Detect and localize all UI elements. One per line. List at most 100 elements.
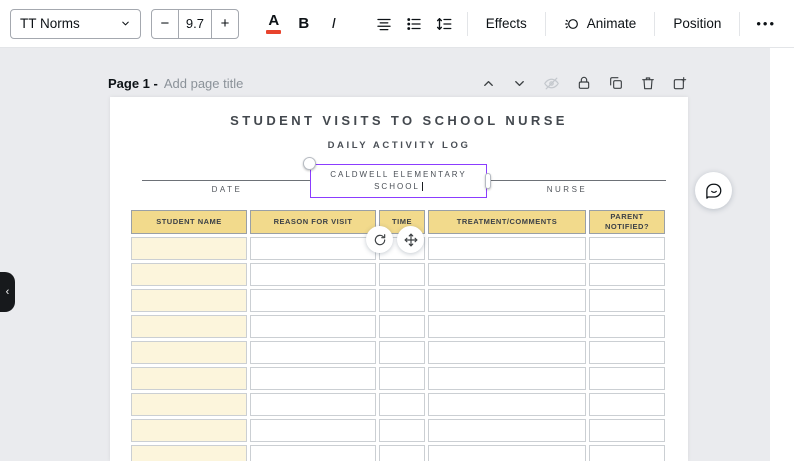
spacing-button[interactable] [429,8,459,40]
selection-corner-handle[interactable] [303,157,316,170]
position-button[interactable]: Position [663,8,731,40]
font-family-select[interactable]: TT Norms [10,9,141,39]
rotate-icon [373,233,387,247]
italic-button[interactable]: I [319,8,349,40]
rotate-button[interactable] [366,226,393,253]
lock-page-button[interactable] [576,75,592,91]
toolbar-divider [739,12,740,36]
table-cell[interactable] [250,445,376,461]
table-cell[interactable] [589,263,665,286]
toolbar: TT Norms − 9.7 + A B I Effects [0,0,794,48]
doc-subtitle[interactable]: DAILY ACTIVITY LOG [110,140,688,151]
table-cell[interactable] [131,237,247,260]
table-cell[interactable] [589,341,665,364]
page-header-row: Page 1 - Add page title [108,73,688,93]
col-header-parent-notified[interactable]: PARENT NOTIFIED? [589,210,665,234]
table-cell[interactable] [131,289,247,312]
table-cell[interactable] [250,341,376,364]
table-cell[interactable] [250,419,376,442]
animate-icon [564,16,580,32]
animate-button[interactable]: Animate [554,8,647,40]
duplicate-page-button[interactable] [608,75,624,91]
bold-glyph: B [298,15,309,32]
bulleted-list-button[interactable] [399,8,429,40]
table-cell[interactable] [589,367,665,390]
table-cell[interactable] [589,289,665,312]
table-row [131,419,665,442]
table-cell[interactable] [131,263,247,286]
table-cell[interactable] [131,367,247,390]
table-cell[interactable] [131,393,247,416]
bulleted-list-icon [405,15,423,33]
table-cell[interactable] [589,419,665,442]
alignment-button[interactable] [369,8,399,40]
table-cell[interactable] [428,419,586,442]
table-cell[interactable] [131,445,247,461]
sidebar-collapse-tab[interactable]: ‹ [0,272,15,312]
table-cell[interactable] [379,289,425,312]
table-header-row: STUDENT NAME REASON FOR VISIT TIME TREAT… [131,210,665,234]
table-cell[interactable] [131,419,247,442]
table-cell[interactable] [250,263,376,286]
table-cell[interactable] [428,341,586,364]
table-cell[interactable] [250,289,376,312]
comment-icon [705,182,723,200]
textbox-line1: CALDWELL ELEMENTARY [330,169,467,181]
table-cell[interactable] [589,445,665,461]
col-header-reason[interactable]: REASON FOR VISIT [250,210,376,234]
table-cell[interactable] [428,315,586,338]
hide-page-button[interactable] [543,75,560,92]
bold-button[interactable]: B [289,8,319,40]
delete-page-button[interactable] [640,75,656,91]
nurse-table-body [131,237,665,461]
col-header-treatment[interactable]: TREATMENT/COMMENTS [428,210,586,234]
table-row [131,263,665,286]
table-cell[interactable] [250,393,376,416]
page-up-button[interactable] [481,76,496,91]
page-title-placeholder[interactable]: Add page title [164,76,244,91]
table-cell[interactable] [428,367,586,390]
table-cell[interactable] [428,263,586,286]
text-color-button[interactable]: A [259,8,289,40]
table-cell[interactable] [250,367,376,390]
table-cell[interactable] [428,445,586,461]
effects-button[interactable]: Effects [476,8,537,40]
add-page-button[interactable] [672,75,688,91]
table-cell[interactable] [250,237,376,260]
table-cell[interactable] [379,315,425,338]
selected-textbox[interactable]: CALDWELL ELEMENTARY SCHOOL [310,164,487,198]
page-down-button[interactable] [512,76,527,91]
table-cell[interactable] [589,237,665,260]
date-label[interactable]: DATE [182,185,272,194]
table-cell[interactable] [589,393,665,416]
scrollbar-track[interactable] [770,48,794,461]
col-header-student-name[interactable]: STUDENT NAME [131,210,247,234]
doc-title[interactable]: STUDENT VISITS TO SCHOOL NURSE [110,113,688,128]
nurse-label[interactable]: NURSE [522,185,612,194]
move-button[interactable] [397,226,424,253]
table-cell[interactable] [250,315,376,338]
table-cell[interactable] [379,341,425,364]
design-page[interactable]: STUDENT VISITS TO SCHOOL NURSE DAILY ACT… [110,97,688,461]
table-cell[interactable] [428,237,586,260]
chevron-left-icon: ‹ [6,286,10,298]
selection-side-handle[interactable] [485,173,491,189]
font-size-decrease-button[interactable]: − [152,10,177,38]
table-cell[interactable] [131,315,247,338]
table-cell[interactable] [379,445,425,461]
table-cell[interactable] [379,419,425,442]
font-size-value[interactable]: 9.7 [178,10,213,38]
toolbar-divider [545,12,546,36]
table-cell[interactable] [379,393,425,416]
comments-button[interactable] [695,172,732,209]
more-button[interactable]: ••• [748,8,784,40]
table-row [131,315,665,338]
font-size-increase-button[interactable]: + [212,10,237,38]
table-cell[interactable] [428,393,586,416]
table-cell[interactable] [428,289,586,312]
effects-label: Effects [486,16,527,31]
table-cell[interactable] [589,315,665,338]
table-cell[interactable] [131,341,247,364]
table-cell[interactable] [379,263,425,286]
table-cell[interactable] [379,367,425,390]
